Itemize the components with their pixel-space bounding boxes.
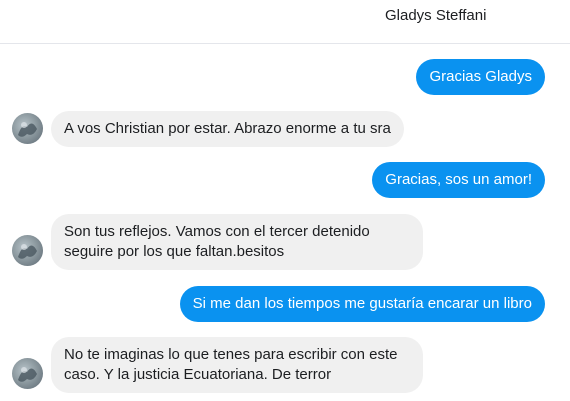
message-text-line: No te imaginas lo que tenes para escribi… <box>64 346 398 363</box>
message-text-line: Son tus reflejos. Vamos con el tercer de… <box>64 223 370 240</box>
contact-name[interactable]: Gladys Steffani <box>385 7 486 24</box>
outgoing-message[interactable]: Si me dan los tiempos me gustaría encara… <box>179 286 545 322</box>
conversation-header: Gladys Steffani <box>0 0 570 44</box>
incoming-message[interactable]: No te imaginas lo que tenes para escribi… <box>51 337 423 393</box>
contact-avatar-icon[interactable] <box>12 235 43 266</box>
message-text: A vos Christian por estar. Abrazo enorme… <box>64 120 391 137</box>
incoming-message[interactable]: Son tus reflejos. Vamos con el tercer de… <box>51 214 423 270</box>
message-text: Si me dan los tiempos me gustaría encara… <box>192 295 532 312</box>
outgoing-message[interactable]: Gracias, sos un amor! <box>372 162 545 198</box>
incoming-message[interactable]: A vos Christian por estar. Abrazo enorme… <box>51 111 404 147</box>
message-text: Gracias Gladys <box>429 68 532 85</box>
message-text: Gracias, sos un amor! <box>385 171 532 188</box>
message-text-line: caso. Y la justicia Ecuatoriana. De terr… <box>64 366 332 383</box>
message-text-line: seguire por los que faltan.besitos <box>64 243 285 260</box>
contact-avatar-icon[interactable] <box>12 113 43 144</box>
contact-avatar-icon[interactable] <box>12 358 43 389</box>
outgoing-message[interactable]: Gracias Gladys <box>416 59 545 95</box>
